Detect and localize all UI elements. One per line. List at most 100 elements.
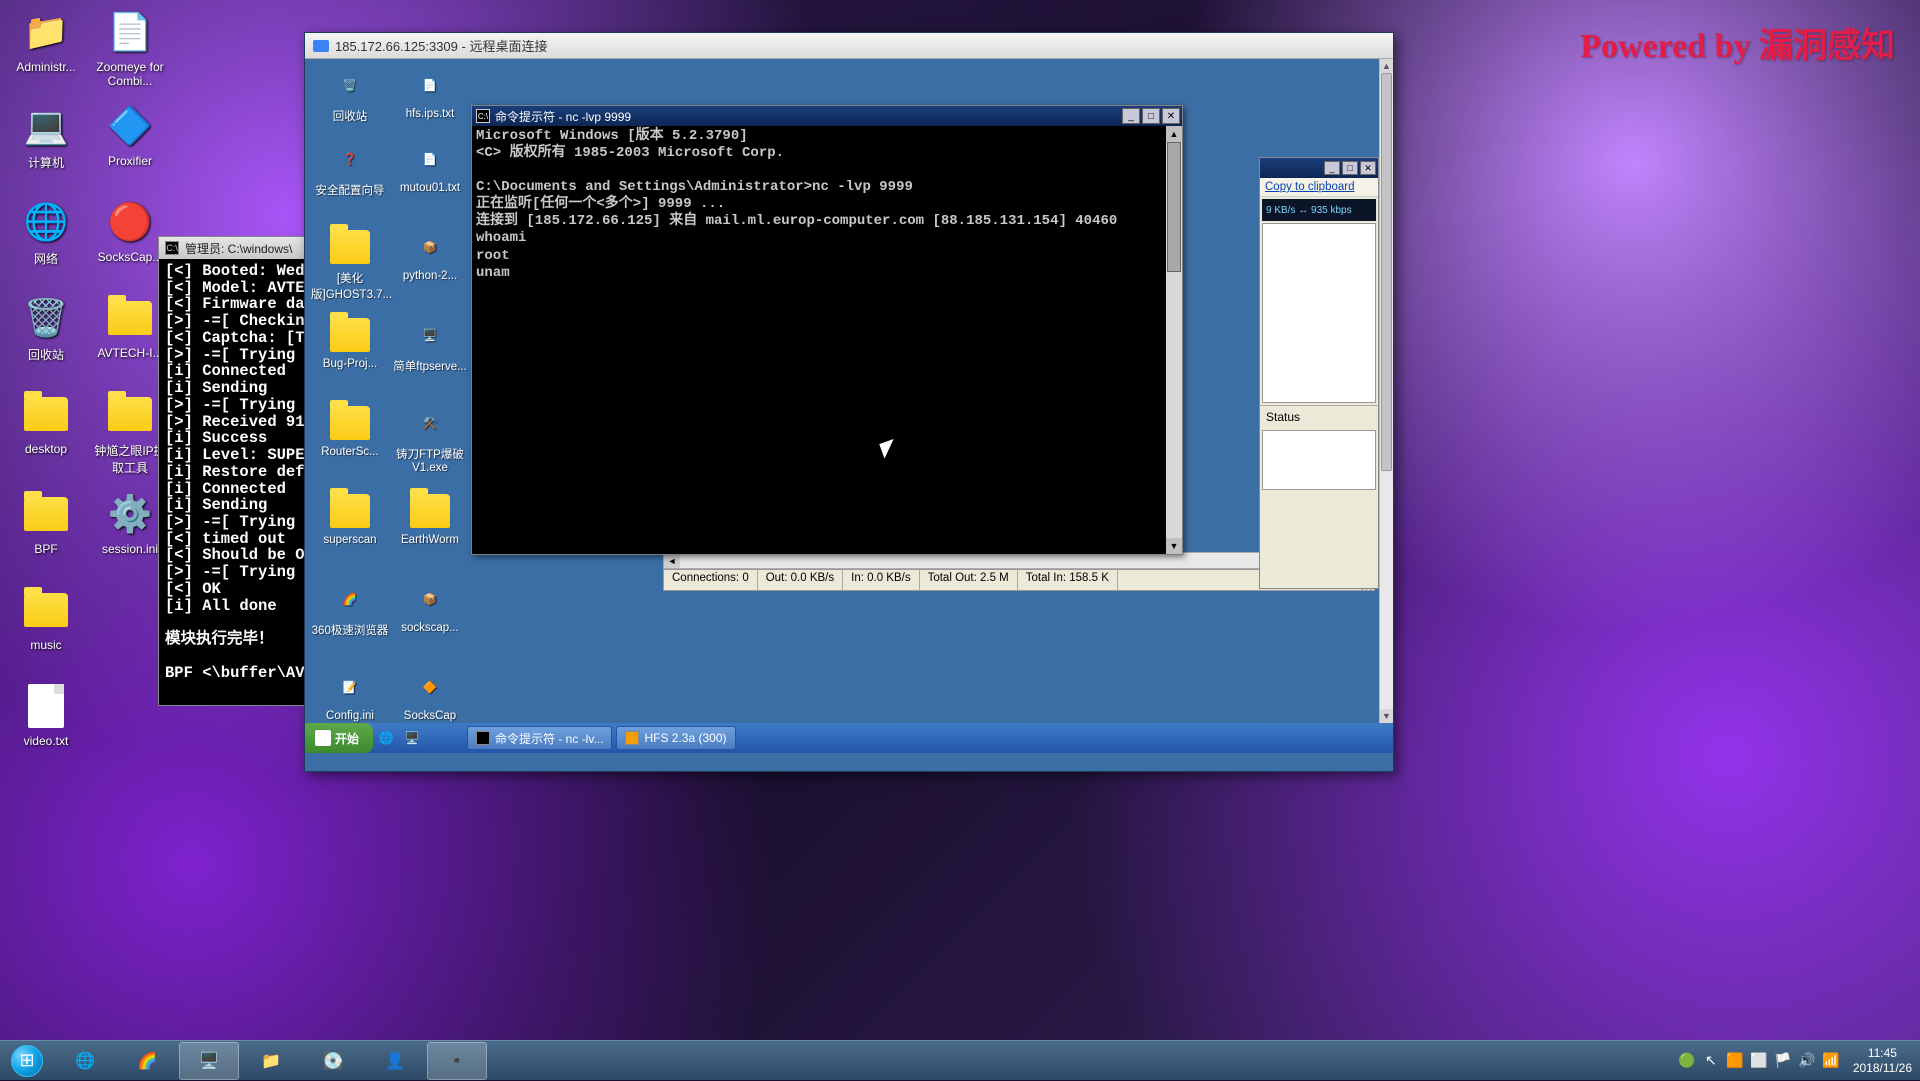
ghost-folder[interactable]: [美化版]GHOST3.7... [311, 227, 389, 302]
cmd-icon: C:\ [165, 241, 179, 255]
sockscap-shortcut[interactable]: 🔴SocksCap... [92, 198, 168, 264]
maximize-button[interactable]: □ [1342, 161, 1358, 175]
desktop-folder[interactable]: desktop [8, 390, 84, 456]
tray-icon[interactable]: 🟢 [1678, 1052, 1696, 1070]
remote-taskbar[interactable]: 开始 🌐 🖥️ 命令提示符 - nc -lv... HFS 2.3a (300) [305, 723, 1393, 753]
label: AVTECH-I... [97, 346, 162, 360]
system-tray[interactable]: 🟢 ↖ 🟧 ⬜ 🏳️ 🔊 📶 11:45 2018/11/26 [1675, 1046, 1920, 1075]
sockscap2-archive[interactable]: 📦sockscap... [391, 579, 469, 634]
bugproj-folder[interactable]: Bug-Proj... [311, 315, 389, 370]
secwiz-shortcut[interactable]: ❓安全配置向导 [311, 139, 389, 198]
label: BPF [34, 542, 57, 556]
remote-desktop[interactable]: 🗑️回收站 📄hfs.ips.txt ❓安全配置向导 📄mutou01.txt … [305, 59, 1379, 723]
zhongkui-folder[interactable]: 钟馗之眼IP提取工具 [92, 390, 168, 476]
windows-flag-icon [315, 730, 331, 746]
proxifier-shortcut[interactable]: 🔷Proxifier [92, 102, 168, 168]
scroll-thumb[interactable] [1167, 142, 1181, 272]
sockscap3-shortcut[interactable]: 🔶SocksCap [391, 667, 469, 722]
mutou-file[interactable]: 📄mutou01.txt [391, 139, 469, 194]
scroll-up-icon[interactable]: ▲ [1380, 59, 1393, 73]
remote-cmd-window[interactable]: C:\ 命令提示符 - nc -lvp 9999 _ □ ✕ Microsoft… [471, 105, 1183, 555]
close-button[interactable]: ✕ [1162, 108, 1180, 124]
tray-icon[interactable]: ↖ [1702, 1052, 1720, 1070]
scroll-down-icon[interactable]: ▼ [1380, 709, 1393, 723]
computer-icon[interactable]: 💻计算机 [8, 102, 84, 171]
start-button[interactable] [0, 1041, 54, 1081]
taskbar-app3[interactable]: 👤 [365, 1042, 425, 1080]
sessionini-file[interactable]: ⚙️session.ini [92, 490, 168, 556]
taskbar-cmd[interactable]: ▪️ [427, 1042, 487, 1080]
hfs-titlebar[interactable]: _ □ ✕ [1260, 158, 1378, 178]
superscan-folder[interactable]: superscan [311, 491, 389, 546]
watermark-text: Powered by 漏洞感知 [1580, 18, 1895, 67]
hfs-window[interactable]: _ □ ✕ Copy to clipboard 9 KB/s ↔ 935 kbp… [1259, 157, 1379, 589]
hfs-status-list[interactable] [1262, 430, 1376, 490]
bandwidth-graph: 9 KB/s ↔ 935 kbps [1262, 199, 1376, 221]
avtech-folder[interactable]: AVTECH-I... [92, 294, 168, 360]
minimize-button[interactable]: _ [1122, 108, 1140, 124]
rdp-vscrollbar[interactable]: ▲ ▼ [1379, 59, 1393, 723]
minimize-button[interactable]: _ [1324, 161, 1340, 175]
network-icon[interactable]: 🌐网络 [8, 198, 84, 267]
copy-clipboard-link[interactable]: Copy to clipboard [1260, 178, 1378, 197]
taskbar-clock[interactable]: 11:45 2018/11/26 [1853, 1046, 1912, 1075]
taskbar-explorer[interactable]: 📁 [241, 1042, 301, 1080]
in-cell: In: 0.0 KB/s [843, 570, 919, 590]
routersc-folder[interactable]: RouterSc... [311, 403, 389, 458]
admin-shortcut[interactable]: 📁Administr... [8, 8, 84, 74]
label: SocksCap... [98, 250, 163, 264]
scroll-down-icon[interactable]: ▼ [1166, 538, 1182, 554]
taskbar-cmd-button[interactable]: 命令提示符 - nc -lv... [467, 726, 612, 750]
bpf-folder[interactable]: BPF [8, 490, 84, 556]
label: Proxifier [108, 154, 152, 168]
taskbar-hfs-button[interactable]: HFS 2.3a (300) [616, 726, 735, 750]
cmd-vscrollbar[interactable]: ▲ ▼ [1166, 126, 1182, 554]
scroll-up-icon[interactable]: ▲ [1166, 126, 1182, 142]
totalout-cell: Total Out: 2.5 M [920, 570, 1018, 590]
tray-icon[interactable]: 🏳️ [1774, 1052, 1792, 1070]
cmd-icon: C:\ [476, 109, 490, 123]
taskbar-ie[interactable]: 🌐 [55, 1042, 115, 1080]
remote-cmd-title: 命令提示符 - nc -lvp 9999 [495, 108, 631, 125]
label: Administr... [16, 60, 75, 74]
tray-icon[interactable]: ⬜ [1750, 1052, 1768, 1070]
zoomeye-shortcut[interactable]: 📄Zoomeye for Combi... [92, 8, 168, 88]
maximize-button[interactable]: □ [1142, 108, 1160, 124]
taskbar-app2[interactable]: 💽 [303, 1042, 363, 1080]
label: 回收站 [28, 348, 64, 362]
recycle-bin[interactable]: 🗑️回收站 [8, 294, 84, 363]
configini-file[interactable]: 📝Config.ini [311, 667, 389, 722]
taskbar-rdp[interactable]: 🖥️ [179, 1042, 239, 1080]
scroll-thumb[interactable] [1381, 73, 1392, 471]
label: video.txt [24, 734, 69, 748]
label: desktop [25, 442, 67, 456]
ftpserv-shortcut[interactable]: 🖥️简单ftpserve... [391, 315, 469, 374]
remote-cmd-titlebar[interactable]: C:\ 命令提示符 - nc -lvp 9999 _ □ ✕ [472, 106, 1182, 126]
remote-start-button[interactable]: 开始 [305, 723, 373, 753]
browser360-shortcut[interactable]: 🌈360极速浏览器 [311, 579, 389, 638]
ie-quicklaunch[interactable]: 🌐 [376, 728, 396, 748]
label: 钟馗之眼IP提取工具 [94, 444, 165, 475]
hfs-file-list[interactable] [1262, 223, 1376, 403]
earthworm-folder[interactable]: EarthWorm [391, 491, 469, 546]
taskbar-app1[interactable]: 🌈 [117, 1042, 177, 1080]
rdp-titlebar[interactable]: 185.172.66.125:3309 - 远程桌面连接 [305, 33, 1393, 59]
rdp-window[interactable]: 185.172.66.125:3309 - 远程桌面连接 🗑️回收站 📄hfs.… [304, 32, 1394, 772]
music-folder[interactable]: music [8, 586, 84, 652]
remote-cmd-output[interactable]: Microsoft Windows [版本 5.2.3790] <C> 版权所有… [472, 126, 1166, 554]
desktop-quicklaunch[interactable]: 🖥️ [402, 728, 422, 748]
python-installer[interactable]: 📦python-2... [391, 227, 469, 282]
hfsips-file[interactable]: 📄hfs.ips.txt [391, 65, 469, 120]
tray-icon[interactable]: 🟧 [1726, 1052, 1744, 1070]
close-button[interactable]: ✕ [1360, 161, 1376, 175]
label: 网络 [34, 252, 58, 266]
remote-recycle[interactable]: 🗑️回收站 [311, 65, 389, 124]
ftpcrack-exe[interactable]: ⚒️铸刀FTP爆破V1.exe [391, 403, 469, 474]
host-taskbar[interactable]: 🌐 🌈 🖥️ 📁 💽 👤 ▪️ 🟢 ↖ 🟧 ⬜ 🏳️ 🔊 📶 11:45 201… [0, 1040, 1920, 1080]
rdp-title-text: 185.172.66.125:3309 - 远程桌面连接 [335, 36, 547, 55]
label: 计算机 [28, 156, 64, 170]
videotxt-file[interactable]: video.txt [8, 682, 84, 748]
scroll-left-icon[interactable]: ◄ [664, 553, 680, 568]
volume-icon[interactable]: 🔊 [1798, 1052, 1816, 1070]
network-icon[interactable]: 📶 [1822, 1052, 1840, 1070]
